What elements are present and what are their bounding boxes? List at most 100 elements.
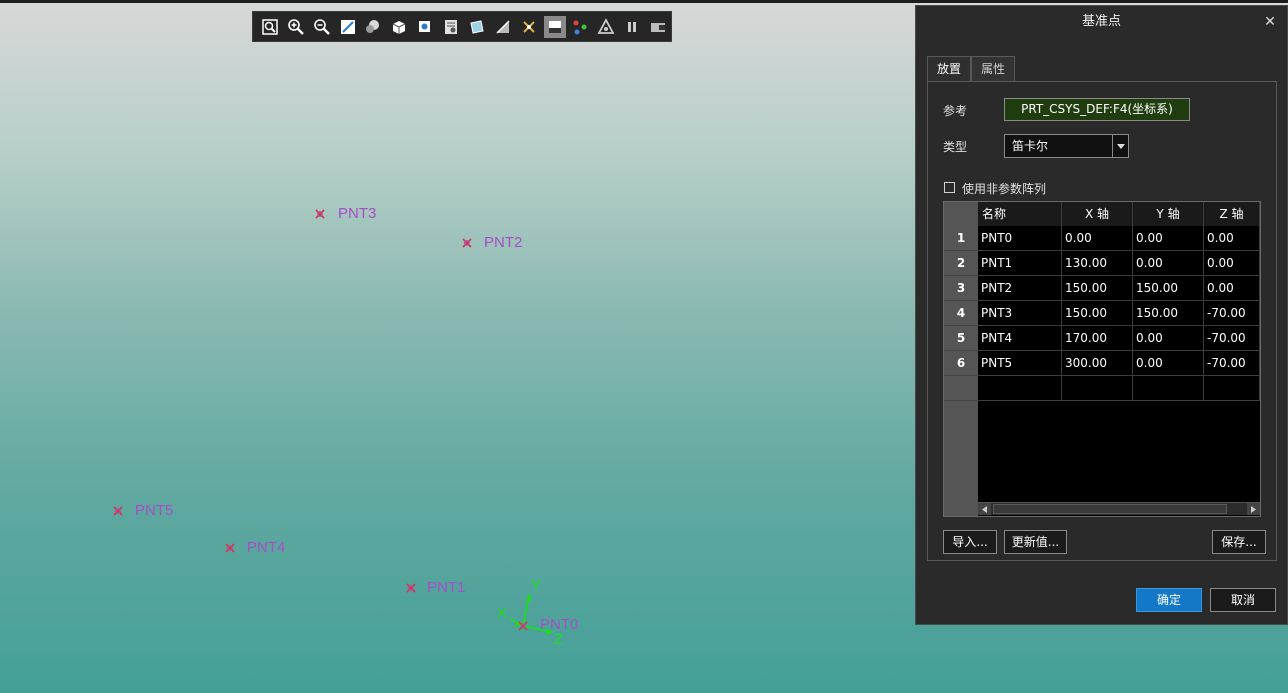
cell-z[interactable]: 0.00	[1204, 276, 1260, 301]
row-index[interactable]: 6	[944, 351, 978, 376]
animation-icon[interactable]	[647, 16, 669, 38]
perspective-icon[interactable]	[466, 16, 488, 38]
cell-name[interactable]: PNT5	[978, 351, 1062, 376]
table-row-empty[interactable]	[944, 376, 1260, 401]
table-row[interactable]: 1 PNT0 0.00 0.00 0.00	[944, 226, 1260, 251]
row-index[interactable]: 2	[944, 251, 978, 276]
cell-name[interactable]: PNT0	[978, 226, 1062, 251]
cell-x[interactable]	[1062, 376, 1133, 401]
scrollbar-thumb[interactable]	[993, 504, 1227, 514]
horizontal-scrollbar[interactable]	[978, 502, 1260, 515]
cell-z[interactable]: -70.00	[1204, 301, 1260, 326]
table-header: 名称 X 轴 Y 轴 Z 轴	[978, 202, 1260, 226]
annotation-icon[interactable]	[543, 15, 566, 38]
row-index[interactable]	[944, 376, 978, 401]
dialog-title: 基准点	[1081, 14, 1121, 29]
save-button[interactable]: 保存...	[1212, 530, 1266, 554]
close-icon[interactable]: ✕	[1261, 6, 1279, 38]
cell-x[interactable]: 300.00	[1062, 351, 1133, 376]
tab-bar: 放置 属性	[927, 56, 1016, 81]
column-header-x[interactable]: X 轴	[1062, 202, 1133, 226]
datum-display-icon[interactable]	[518, 16, 540, 38]
cell-y[interactable]: 150.00	[1133, 276, 1204, 301]
datum-point-icon	[406, 583, 416, 593]
datum-point-label: PNT1	[427, 579, 466, 596]
cell-x[interactable]: 170.00	[1062, 326, 1133, 351]
cell-y[interactable]: 0.00	[1133, 326, 1204, 351]
cell-x[interactable]: 0.00	[1062, 226, 1133, 251]
table-row[interactable]: 3 PNT2 150.00 150.00 0.00	[944, 276, 1260, 301]
display-style-icon[interactable]	[440, 16, 462, 38]
datum-point-label: PNT3	[338, 205, 377, 222]
reference-collector[interactable]: PRT_CSYS_DEF:F4(坐标系)	[1004, 98, 1190, 121]
datum-point-icon	[225, 543, 235, 553]
cell-x[interactable]: 150.00	[1062, 301, 1133, 326]
zoom-in-icon[interactable]	[285, 16, 307, 38]
reference-label: 参考	[943, 104, 968, 118]
import-button[interactable]: 导入...	[943, 530, 997, 554]
datum-point-label: PNT5	[135, 502, 174, 519]
column-header-y[interactable]: Y 轴	[1133, 202, 1204, 226]
cell-y[interactable]: 0.00	[1133, 226, 1204, 251]
appearance-icon[interactable]	[595, 16, 617, 38]
cell-x[interactable]: 130.00	[1062, 251, 1133, 276]
cell-z[interactable]: -70.00	[1204, 326, 1260, 351]
cell-y[interactable]: 0.00	[1133, 351, 1204, 376]
cell-name[interactable]: PNT1	[978, 251, 1062, 276]
zoom-out-icon[interactable]	[311, 16, 333, 38]
placement-panel: 参考 PRT_CSYS_DEF:F4(坐标系) 类型 笛卡尔 使用非参数阵列 名…	[927, 81, 1277, 561]
table-row[interactable]: 2 PNT1 130.00 0.00 0.00	[944, 251, 1260, 276]
cell-y[interactable]: 150.00	[1133, 301, 1204, 326]
cell-z[interactable]: -70.00	[1204, 351, 1260, 376]
coordinate-system[interactable]: Y X Z PNT0	[492, 575, 578, 648]
datum-point-icon	[315, 209, 325, 219]
datum-point-label: PNT4	[247, 539, 286, 556]
view-manager-icon[interactable]	[388, 16, 410, 38]
cell-x[interactable]: 150.00	[1062, 276, 1133, 301]
dialog-titlebar[interactable]: 基准点 ✕	[916, 6, 1287, 38]
datum-point-label: PNT0	[540, 616, 579, 633]
cell-y[interactable]: 0.00	[1133, 251, 1204, 276]
ok-button[interactable]: 确定	[1136, 588, 1202, 612]
table-row[interactable]: 4 PNT3 150.00 150.00 -70.00	[944, 301, 1260, 326]
pause-icon[interactable]	[621, 16, 643, 38]
cell-z[interactable]: 0.00	[1204, 251, 1260, 276]
cell-y[interactable]	[1133, 376, 1204, 401]
view-toolbar	[252, 11, 672, 42]
type-label: 类型	[943, 140, 968, 154]
chevron-down-icon[interactable]	[1112, 135, 1128, 157]
cell-name[interactable]: PNT4	[978, 326, 1062, 351]
cancel-button[interactable]: 取消	[1210, 588, 1276, 612]
row-index[interactable]: 4	[944, 301, 978, 326]
row-index[interactable]: 3	[944, 276, 978, 301]
update-values-button[interactable]: 更新值...	[1004, 530, 1067, 554]
tab-placement[interactable]: 放置	[927, 56, 972, 81]
cell-name[interactable]: PNT2	[978, 276, 1062, 301]
row-index[interactable]: 5	[944, 326, 978, 351]
cell-z[interactable]: 0.00	[1204, 226, 1260, 251]
nonparametric-array-label: 使用非参数阵列	[962, 182, 1047, 196]
table-row[interactable]: 5 PNT4 170.00 0.00 -70.00	[944, 326, 1260, 351]
points-table: 名称 X 轴 Y 轴 Z 轴 1 PNT0 0.00 0.00 0.00 2 P…	[943, 201, 1261, 517]
cell-z[interactable]	[1204, 376, 1260, 401]
datum-point-icon	[113, 506, 123, 516]
saved-views-icon[interactable]	[414, 16, 436, 38]
nonparametric-array-checkbox[interactable]	[944, 182, 955, 193]
cell-name[interactable]	[978, 376, 1062, 401]
section-icon[interactable]	[492, 16, 514, 38]
x-axis-label: X	[497, 605, 508, 622]
repaint-icon[interactable]	[337, 16, 359, 38]
scroll-right-icon[interactable]	[1247, 503, 1260, 515]
shading-icon[interactable]	[363, 16, 385, 38]
spin-center-icon[interactable]	[570, 16, 592, 38]
scroll-left-icon[interactable]	[978, 503, 991, 515]
table-row[interactable]: 6 PNT5 300.00 0.00 -70.00	[944, 351, 1260, 376]
column-header-name[interactable]: 名称	[978, 202, 1062, 226]
tab-properties[interactable]: 属性	[971, 56, 1016, 81]
datum-point-dialog: 基准点 ✕ 放置 属性 参考 PRT_CSYS_DEF:F4(坐标系) 类型 笛…	[915, 5, 1288, 625]
cell-name[interactable]: PNT3	[978, 301, 1062, 326]
refit-icon[interactable]	[259, 16, 281, 38]
column-header-z[interactable]: Z 轴	[1204, 202, 1260, 226]
type-dropdown[interactable]: 笛卡尔	[1004, 134, 1129, 158]
row-index[interactable]: 1	[944, 226, 978, 251]
